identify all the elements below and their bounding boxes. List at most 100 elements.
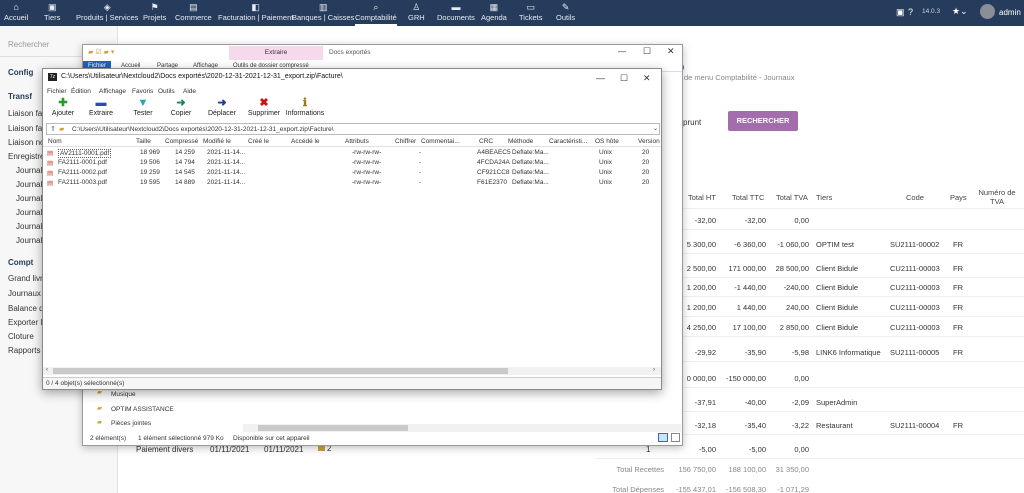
scrollbar-thumb[interactable] xyxy=(53,368,508,374)
toolbar-tester-button[interactable]: ▼ Tester xyxy=(123,97,163,117)
column-header[interactable]: Accédé le xyxy=(291,138,320,145)
sidebar-item[interactable]: Journal xyxy=(16,180,42,189)
menu-item-projets[interactable]: ⚑ Projets xyxy=(143,2,166,22)
sidebar-item[interactable]: Rapports xyxy=(8,346,40,355)
cell-code[interactable]: SU2111-00004 xyxy=(890,421,939,430)
col-num-tva[interactable]: Numéro de TVA xyxy=(975,188,1019,206)
zip-menu-item[interactable]: Affichage xyxy=(99,88,126,95)
menu-item-agenda[interactable]: ▦ Agenda xyxy=(481,2,507,22)
toolbar-copier-button[interactable]: ➜ Copier xyxy=(161,97,201,117)
cell-tiers[interactable]: Client Bidule xyxy=(816,264,858,273)
cell-tiers[interactable]: Client Bidule xyxy=(816,303,858,312)
avatar[interactable] xyxy=(980,4,995,19)
sidebar-item[interactable]: Exporter l xyxy=(8,318,42,327)
column-header[interactable]: Caractéristi... xyxy=(549,138,587,145)
search-input[interactable]: Rechercher xyxy=(8,40,49,49)
column-header[interactable]: Créé le xyxy=(248,138,269,145)
folder-item-optim[interactable]: OPTIM ASSISTANCE xyxy=(111,406,174,413)
bookmark-star-icon[interactable]: ★⌄ xyxy=(952,6,968,17)
zip-menu-item[interactable]: Outils xyxy=(158,88,175,95)
folder-item-musique[interactable]: Musique xyxy=(111,391,136,398)
scrollbar-thumb[interactable] xyxy=(258,425,408,431)
sidebar-item[interactable]: Liaison no xyxy=(8,138,44,147)
sidebar-item[interactable]: Cloture xyxy=(8,332,34,341)
user-name[interactable]: admin xyxy=(999,8,1021,17)
scroll-right-icon[interactable]: › xyxy=(653,367,655,373)
col-code[interactable]: Code xyxy=(906,193,924,202)
toolbar-déplacer-button[interactable]: ➜ Déplacer xyxy=(202,97,242,117)
path-field[interactable]: C:\Users\Utilisateur\Nextcloud2\Docs exp… xyxy=(72,126,334,133)
path-bar[interactable]: ⇑ ▰ C:\Users\Utilisateur\Nextcloud2\Docs… xyxy=(46,123,660,135)
cell-code[interactable]: CU2111-00003 xyxy=(890,283,940,292)
scroll-left-icon[interactable]: ‹ xyxy=(46,367,48,373)
cell-tiers[interactable]: LINK6 Informatique xyxy=(816,348,881,357)
menu-item-commerce[interactable]: ▤ Commerce xyxy=(175,2,212,22)
maximize-icon[interactable]: ☐ xyxy=(620,73,628,84)
column-header[interactable]: Attributs xyxy=(345,138,369,145)
cell-tiers[interactable]: Client Bidule xyxy=(816,323,858,332)
cell-tiers[interactable]: Restaurant xyxy=(816,421,853,430)
menu-item-grh[interactable]: ♙ GRH xyxy=(408,2,425,22)
column-header[interactable]: Taille xyxy=(136,138,151,145)
close-icon[interactable]: ✕ xyxy=(667,46,675,57)
zip-menu-item[interactable]: Fichier xyxy=(47,88,67,95)
menu-item-tiers[interactable]: ▣ Tiers xyxy=(44,2,60,22)
folder-item-pieces[interactable]: Pièces jointes xyxy=(111,420,151,427)
minimize-icon[interactable]: — xyxy=(596,73,605,83)
minimize-icon[interactable]: — xyxy=(618,47,626,56)
sidebar-item[interactable]: Liaison fa xyxy=(8,124,42,133)
sidebar-item[interactable]: Journal xyxy=(16,208,42,217)
col-pays[interactable]: Pays xyxy=(950,193,967,202)
sidebar-item[interactable]: Enregistre xyxy=(8,152,44,161)
menu-item-documents[interactable]: ▬ Documents xyxy=(437,2,475,22)
toolbar-informations-button[interactable]: ℹ Informations xyxy=(285,97,325,117)
sidebar-item[interactable]: Journal xyxy=(16,194,42,203)
toolbar-extraire-button[interactable]: ▬ Extraire xyxy=(81,97,121,117)
close-icon[interactable]: ✕ xyxy=(643,73,651,84)
search-button[interactable]: RECHERCHER xyxy=(728,111,798,131)
column-header[interactable]: OS hôte xyxy=(595,138,619,145)
column-header[interactable]: Méthode xyxy=(508,138,533,145)
sidebar-item[interactable]: Balance d xyxy=(8,304,44,313)
column-header[interactable]: Modifié le xyxy=(203,138,231,145)
col-tiers[interactable]: Tiers xyxy=(816,193,832,202)
toolbar-ajouter-button[interactable]: ✚ Ajouter xyxy=(43,97,83,117)
zip-menu-item[interactable]: Favoris xyxy=(132,88,153,95)
sidebar-item[interactable]: Journal xyxy=(16,222,42,231)
maximize-icon[interactable]: ☐ xyxy=(643,46,651,57)
cell-code[interactable]: SU2111-00002 xyxy=(890,240,939,249)
file-row[interactable]: ▤ FA2111-0001.pdf 19 506 14 794 2021-11-14..… xyxy=(47,159,659,169)
menu-item-facturation-paiement[interactable]: ◧ Facturation | Paiement xyxy=(218,2,293,22)
column-header[interactable]: Nom xyxy=(48,138,62,145)
column-header[interactable]: Chiffrer xyxy=(395,138,416,145)
print-icon[interactable]: ▣ xyxy=(896,7,905,18)
col-total-ttc[interactable]: Total TTC xyxy=(732,193,764,202)
sidebar-item[interactable]: Transf xyxy=(8,92,32,101)
column-header[interactable]: Version xyxy=(638,138,660,145)
menu-item-banques-caisses[interactable]: ▥ Banques | Caisses xyxy=(292,2,354,22)
menu-item-comptabilit-[interactable]: ⌕ Comptabilité xyxy=(355,2,397,26)
col-total-tva[interactable]: Total TVA xyxy=(776,193,808,202)
cell-tiers[interactable]: OPTIM test xyxy=(816,240,854,249)
sidebar-item[interactable]: Journal xyxy=(16,236,42,245)
menu-item-tickets[interactable]: ▭ Tickets xyxy=(519,2,542,22)
sidebar-item[interactable]: Grand livr xyxy=(8,274,43,283)
tiles-view-icon[interactable] xyxy=(671,433,680,442)
chevron-down-icon[interactable]: ⌄ xyxy=(653,125,658,132)
file-row[interactable]: ▤ FA2111-0002.pdf 19 259 14 545 2021-11-14..… xyxy=(47,169,659,179)
sidebar-item[interactable]: Journaux xyxy=(8,289,41,298)
cell-code[interactable]: CU2111-00003 xyxy=(890,303,940,312)
column-header[interactable]: Compressé xyxy=(165,138,198,145)
menu-item-accueil[interactable]: ⌂ Accueil xyxy=(4,2,28,22)
sidebar-item[interactable]: Compt xyxy=(8,258,33,267)
menu-item-outils[interactable]: ✎ Outils xyxy=(556,2,575,22)
up-folder-icon[interactable]: ⇑ xyxy=(50,125,56,133)
sidebar-item[interactable]: Journal xyxy=(16,166,42,175)
menu-item-produits-services[interactable]: ◈ Produits | Services xyxy=(76,2,138,22)
cell-code[interactable]: CU2111-00003 xyxy=(890,323,940,332)
sidebar-item[interactable]: Config xyxy=(8,68,33,77)
file-row[interactable]: ▤ AV2111-0001.pdf 18 969 14 259 2021-11-14..… xyxy=(47,149,659,159)
cell-code[interactable]: CU2111-00003 xyxy=(890,264,940,273)
file-row[interactable]: ▤ FA2111-0003.pdf 19 595 14 889 2021-11-14..… xyxy=(47,179,659,189)
help-icon[interactable]: ? xyxy=(908,7,913,17)
